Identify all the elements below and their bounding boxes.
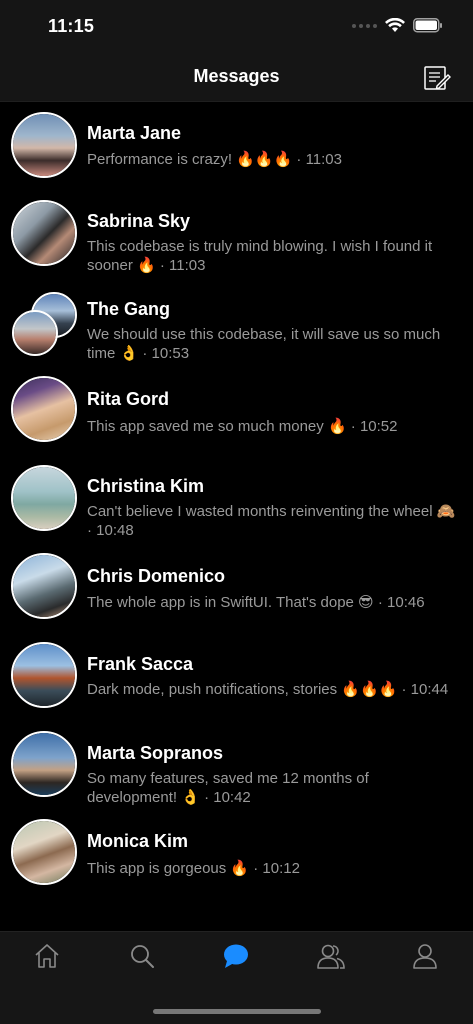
conversation-name: Rita Gord: [87, 389, 170, 409]
conversation-name: Frank Sacca: [87, 654, 194, 674]
conversation-row[interactable]: Chris Domenico The whole app is in Swift…: [0, 543, 473, 643]
tab-friends[interactable]: [315, 940, 347, 972]
conversation-row[interactable]: Frank Sacca Dark mode, push notification…: [0, 633, 473, 721]
home-indicator[interactable]: [153, 1009, 321, 1014]
conversation-preview: So many features, saved me 12 months of …: [87, 770, 369, 806]
tab-home[interactable]: [31, 940, 63, 972]
wifi-icon: [385, 18, 405, 32]
avatar: [11, 112, 77, 178]
avatar: [11, 642, 77, 708]
battery-icon: [413, 18, 442, 33]
compose-icon[interactable]: [423, 64, 451, 92]
nav-bar: Messages: [0, 52, 473, 102]
conversation-preview: Can't believe I wasted months reinventin…: [87, 503, 456, 539]
avatar: [12, 310, 58, 356]
conversation-preview: We should use this codebase, it will sav…: [87, 326, 441, 362]
avatar: [11, 200, 77, 266]
avatar: [11, 553, 77, 619]
conversation-name: Marta Jane: [87, 123, 182, 143]
conversation-name: The Gang: [87, 299, 171, 319]
status-bar: 11:15: [0, 0, 473, 52]
page-title: Messages: [193, 66, 280, 86]
tab-search[interactable]: [126, 940, 158, 972]
tab-profile[interactable]: [409, 940, 441, 972]
profile-icon: [413, 944, 437, 969]
cellular-signal-icon: [352, 23, 377, 28]
conversation-row[interactable]: Sabrina Sky This codebase is truly mind …: [0, 191, 473, 279]
conversation-preview: Dark mode, push notifications, stories 🔥…: [87, 681, 449, 698]
conversation-name: Monica Kim: [87, 831, 189, 851]
conversation-preview: This codebase is truly mind blowing. I w…: [87, 238, 433, 274]
status-time: 11:15: [48, 16, 95, 36]
conversation-row[interactable]: Marta Jane Performance is crazy! 🔥🔥🔥 · 1…: [0, 103, 473, 191]
avatar: [11, 376, 77, 442]
conversation-name: Chris Domenico: [87, 566, 226, 586]
avatar: [11, 465, 77, 531]
conversation-preview: Performance is crazy! 🔥🔥🔥 · 11:03: [87, 151, 342, 168]
avatar: [11, 819, 77, 885]
home-icon: [35, 944, 59, 968]
conversation-name: Christina Kim: [87, 476, 205, 496]
chat-bubble-icon: [224, 944, 248, 968]
conversation-name: Marta Sopranos: [87, 743, 224, 763]
conversation-row[interactable]: Monica Kim This app is gorgeous 🔥 · 10:1…: [0, 809, 473, 899]
conversation-row[interactable]: Marta Sopranos So many features, saved m…: [0, 721, 473, 809]
friends-icon: [317, 944, 345, 969]
tab-messages[interactable]: [220, 940, 252, 972]
conversation-name: Sabrina Sky: [87, 211, 191, 231]
conversation-preview: The whole app is in SwiftUI. That's dope…: [87, 594, 425, 611]
conversation-row[interactable]: Christina Kim Can't believe I wasted mon…: [0, 455, 473, 543]
search-icon: [131, 945, 154, 968]
conversation-row[interactable]: The Gang We should use this codebase, it…: [0, 279, 473, 367]
conversation-preview: This app saved me so much money 🔥 · 10:5…: [87, 418, 398, 435]
conversation-row[interactable]: Rita Gord This app saved me so much mone…: [0, 367, 473, 455]
conversation-preview: This app is gorgeous 🔥 · 10:12: [87, 860, 300, 877]
avatar: [11, 731, 77, 797]
